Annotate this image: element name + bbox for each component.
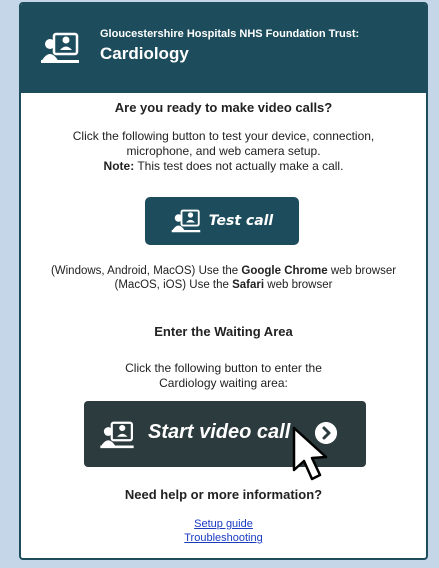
- video-call-icon: [41, 32, 79, 63]
- browser-line-1-post: web browser: [327, 265, 397, 277]
- note-text: This test does not actually make a call.: [134, 159, 344, 173]
- troubleshooting-link[interactable]: Troubleshooting: [21, 531, 426, 545]
- help-heading: Need help or more information?: [124, 487, 323, 502]
- video-call-icon: [100, 421, 134, 449]
- setup-guide-link[interactable]: Setup guide: [21, 517, 426, 531]
- ready-instructions: Click the following button to test your …: [21, 129, 426, 174]
- ready-heading: Are you ready to make video calls?: [114, 100, 333, 115]
- waiting-heading: Enter the Waiting Area: [154, 324, 293, 339]
- ready-line-2: microphone, and web camera setup.: [126, 144, 321, 158]
- mouse-pointer-icon: [292, 426, 328, 481]
- browser-line-2-pre: (MacOS, iOS) Use the: [114, 279, 233, 291]
- browser-line-2: (MacOS, iOS) Use the Safari web browser: [21, 278, 426, 292]
- browser-line-2-post: web browser: [264, 279, 333, 291]
- ready-line-1: Click the following button to test your …: [72, 129, 375, 143]
- cardiology-panel: Gloucestershire Hospitals NHS Foundation…: [19, 2, 428, 560]
- organisation-name: Gloucestershire Hospitals NHS Foundation…: [100, 28, 360, 40]
- header-bar: Gloucestershire Hospitals NHS Foundation…: [21, 4, 426, 93]
- test-call-button[interactable]: Test call: [145, 197, 299, 245]
- help-links: Setup guide Troubleshooting: [21, 517, 426, 545]
- video-call-icon: [171, 209, 200, 233]
- browser-line-1: (Windows, Android, MacOS) Use the Google…: [21, 264, 426, 278]
- start-video-call-label: Start video call: [148, 421, 291, 443]
- chrome-name: Google Chrome: [241, 265, 328, 277]
- safari-name: Safari: [232, 279, 265, 291]
- waiting-instructions: Click the following button to enter the …: [21, 361, 426, 391]
- note-label: Note:: [103, 159, 135, 173]
- page-title: Cardiology: [100, 44, 189, 63]
- waiting-line-2: Cardiology waiting area:: [159, 376, 288, 390]
- browser-line-1-pre: (Windows, Android, MacOS) Use the: [50, 265, 242, 277]
- ready-note: Note: This test does not actually make a…: [21, 159, 426, 174]
- browser-guidance: (Windows, Android, MacOS) Use the Google…: [21, 264, 426, 292]
- test-call-label: Test call: [208, 213, 274, 229]
- waiting-line-1: Click the following button to enter the: [125, 361, 322, 375]
